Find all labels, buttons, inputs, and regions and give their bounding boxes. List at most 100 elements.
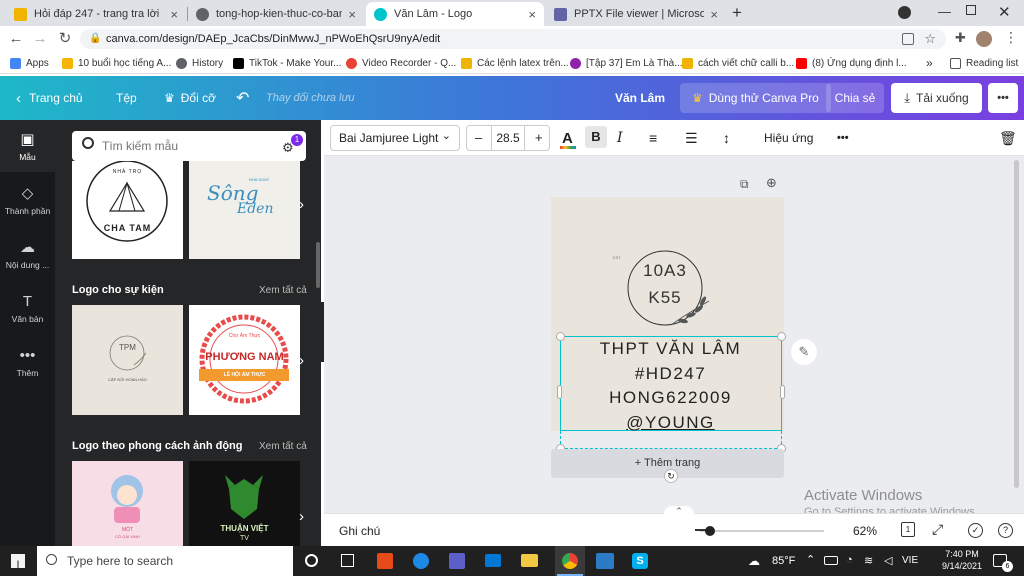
download-button[interactable]: ⤓ Tải xuống [891,83,982,113]
cortana-icon[interactable] [305,554,318,567]
page-count-button[interactable]: 1 [901,522,915,537]
font-size-value[interactable]: 28.5 [491,126,525,150]
carousel-next-icon[interactable]: › [299,352,304,369]
effects-button[interactable]: Hiệu ứng [764,120,813,156]
template-thumb-thuan-viet[interactable]: THUẬN VIỆT TV [189,461,300,546]
zoom-slider-track[interactable] [695,526,824,536]
template-thumb-cute-girl[interactable]: MỘT CÔ GÁI XINH [72,461,183,546]
windows-start-icon[interactable] [11,554,25,568]
bookmark-item[interactable]: cách viết chữ calli b... [682,52,794,74]
see-all-animated-logos[interactable]: Xem tất cả [259,441,307,452]
design-title[interactable]: Văn Lâm [615,76,665,120]
line-spacing-icon[interactable]: ↕ [723,120,730,156]
rail-item-elements[interactable]: ◇ Thành phần [0,186,55,217]
close-tab-icon[interactable]: × [528,7,536,22]
bookmark-item[interactable]: 10 buổi học tiếng A... [62,52,171,74]
reload-icon[interactable]: ↻ [55,29,75,49]
close-tab-icon[interactable]: × [348,7,356,22]
template-thumb-tpm[interactable]: TPM CẶP ĐÔI HOÀN HẢO [72,305,183,415]
weather-temp[interactable]: 85°F [772,555,795,567]
clock-date[interactable]: 9/14/2021 [934,561,990,571]
template-search-input[interactable] [102,136,272,156]
bookmark-item[interactable]: Video Recorder - Q... [346,52,456,74]
tray-chevron-icon[interactable]: ⌃ [806,553,815,566]
clock-time[interactable]: 7:40 PM [938,549,986,559]
translate-icon[interactable] [902,33,914,45]
rail-item-more[interactable]: ••• Thêm [0,348,55,379]
notes-button[interactable]: Ghi chú [339,524,380,538]
resize-handle[interactable] [777,332,786,341]
help-icon[interactable]: ? [998,523,1013,538]
add-page-icon[interactable]: ⊕ [766,175,777,191]
tab-pptx-viewer[interactable]: PPTX File viewer | Microsoft Team × [546,2,726,26]
home-button[interactable]: ‹ Trang chủ [16,76,83,120]
try-pro-button[interactable]: ♛ Dùng thử Canva Pro [680,83,831,113]
url-field[interactable]: 🔒 canva.com/design/DAEp_JcaCbs/DinMwwJ_n… [80,29,946,49]
side-handle[interactable] [780,385,785,399]
side-handle[interactable] [557,385,562,399]
resize-button[interactable]: ♛ Đổi cỡ [164,76,216,120]
panel-scrollbar-thumb[interactable] [316,242,320,288]
bookmark-item[interactable]: [Tập 37] Em Là Thà... [570,52,683,74]
profile-avatar[interactable] [976,31,992,47]
text-color-button[interactable]: A [562,120,573,156]
bookmark-item[interactable]: TikTok - Make Your... [233,52,341,74]
comment-icon[interactable]: ✎ [791,339,817,365]
template-search-box[interactable]: ⚙ 1 [72,131,306,161]
office-app-icon[interactable] [377,553,393,569]
template-thumb-cha-tam[interactable]: NHÀ TRỌ CHA TAM [72,161,183,259]
carousel-next-icon[interactable]: › [299,508,304,525]
bookmark-apps[interactable]: Apps [10,52,49,74]
store-app-icon[interactable] [449,553,465,569]
network-icon[interactable]: ◔ [846,554,853,566]
reading-list-button[interactable]: Reading list [950,52,1018,74]
carousel-next-icon[interactable]: › [299,196,304,213]
tab-van-lam-logo[interactable]: Văn Lâm - Logo × [366,2,544,26]
chrome-menu-icon[interactable]: ⋮ [1004,29,1018,46]
edge-app-icon[interactable] [413,553,429,569]
restore-window-icon[interactable] [966,5,976,15]
rail-item-templates[interactable]: ▣ Mẫu [0,132,55,163]
bookmark-item[interactable]: (8) Ứng dụng định l... [796,52,907,74]
extensions-puzzle-icon[interactable]: ✚ [955,30,966,46]
new-tab-button[interactable]: + [732,3,742,23]
align-center-icon[interactable]: ≡ [649,120,657,156]
file-explorer-icon[interactable] [521,554,538,567]
close-window-icon[interactable]: ✕ [998,3,1011,21]
bullet-list-icon[interactable]: ☰ [685,120,698,156]
chevron-up-icon[interactable]: ⌃ [664,506,694,516]
tab-search-icon[interactable] [898,6,911,19]
taskbar-search-box[interactable]: Type here to search [37,546,293,576]
undo-icon[interactable]: ↶ [236,76,249,120]
resize-handle[interactable] [556,332,565,341]
check-icon[interactable]: ✓ [968,523,983,538]
canvas-scrollbar[interactable] [1014,160,1019,488]
mail-app-icon[interactable] [485,554,501,567]
see-all-event-logos[interactable]: Xem tất cả [259,285,307,296]
italic-button[interactable]: I [617,120,623,156]
tab-tong-hop[interactable]: tong-hop-kien-thuc-co-ban-mo × [188,2,364,26]
volume-icon[interactable]: ◁ [884,554,892,567]
rail-item-text[interactable]: T Văn bản [0,294,55,325]
minimize-window-icon[interactable]: — [938,4,951,19]
fullscreen-icon[interactable]: ⤢ [932,521,943,538]
toolbar-more-button[interactable]: ••• [837,120,849,156]
forward-arrow-icon[interactable]: → [30,29,50,49]
task-view-icon[interactable] [341,554,354,567]
selected-text-box[interactable]: THPT VĂN LÂM #HD247 HONG622009 @YOUNG [560,336,782,432]
chrome-taskbar-button[interactable] [555,546,585,576]
weather-cloud-icon[interactable]: ☁ [748,554,760,568]
close-tab-icon[interactable]: × [170,7,178,22]
wifi-icon[interactable]: ≋ [864,554,873,567]
tab-hoidap247[interactable]: Hỏi đáp 247 - trang tra lời × [6,2,186,26]
bookmark-star-icon[interactable]: ☆ [924,29,936,49]
share-button[interactable]: Chia sẻ [826,83,884,113]
decrease-size-button[interactable]: – [475,130,482,145]
battery-icon[interactable] [824,556,838,565]
close-tab-icon[interactable]: × [710,7,718,22]
back-arrow-icon[interactable]: ← [6,29,26,49]
more-bookmarks-button[interactable]: » [926,52,933,74]
bookmark-item[interactable]: Các lệnh latex trên... [461,52,569,74]
zoom-level[interactable]: 62% [853,524,877,538]
template-thumb-song-eden[interactable]: Sông Eden NHÀ NGHỈ [189,161,300,259]
